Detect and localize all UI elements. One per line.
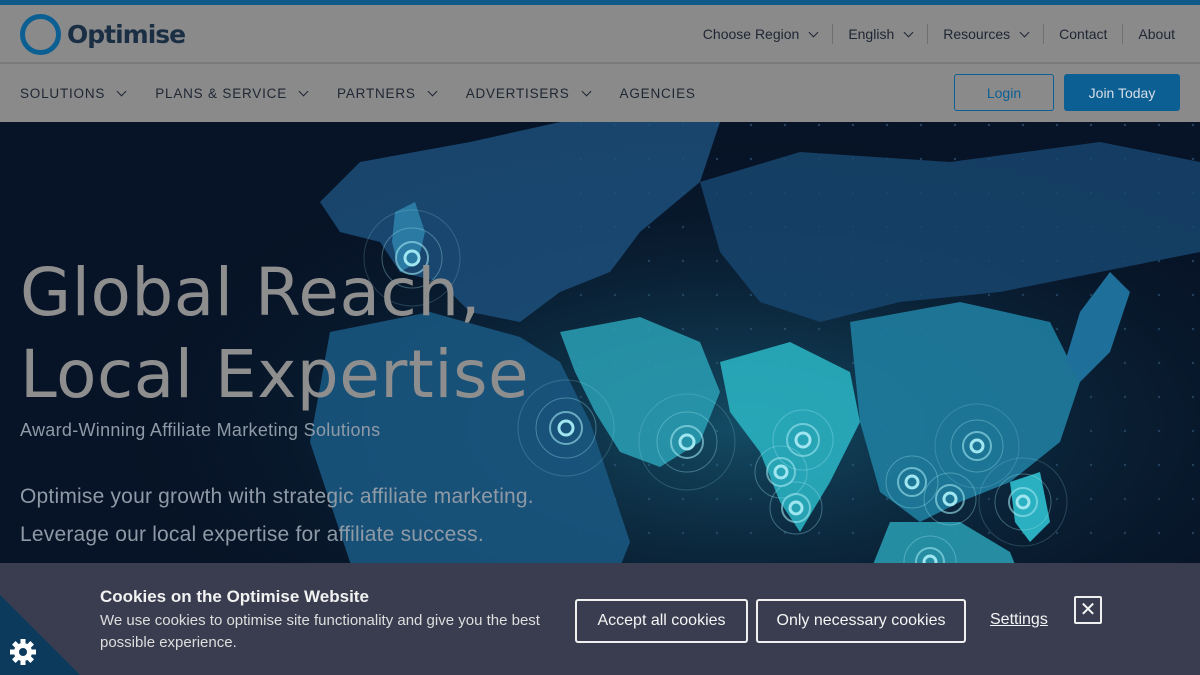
language-label: English xyxy=(848,26,895,42)
logo-text: Optimise xyxy=(67,19,186,49)
nav-partners[interactable]: PARTNERS xyxy=(337,85,438,101)
resources-label: Resources xyxy=(943,26,1011,42)
hero-subtitle: Award-Winning Affiliate Marketing Soluti… xyxy=(20,420,381,440)
cookie-gear-icon xyxy=(10,639,36,665)
chevron-down-icon xyxy=(116,86,127,96)
top-nav: Choose Region English Resources Contact … xyxy=(688,5,1200,63)
language-dropdown[interactable]: English xyxy=(833,24,927,44)
logo-ring-icon xyxy=(20,13,61,55)
main-nav-links: SOLUTIONS PLANS & SERVICE PARTNERS ADVER… xyxy=(20,64,726,122)
chevron-down-icon xyxy=(1019,27,1030,37)
cookie-settings-corner[interactable] xyxy=(0,595,80,675)
hero-title-line2: Local Expertise xyxy=(20,336,530,413)
cookie-banner-title: Cookies on the Optimise Website xyxy=(100,587,369,606)
contact-link[interactable]: Contact xyxy=(1044,24,1122,44)
cookie-settings-link[interactable]: Settings xyxy=(990,611,1048,629)
only-necessary-cookies-button[interactable]: Only necessary cookies xyxy=(756,599,966,643)
main-nav: SOLUTIONS PLANS & SERVICE PARTNERS ADVER… xyxy=(0,64,1200,122)
nav-solutions-label: SOLUTIONS xyxy=(20,85,106,101)
chevron-down-icon xyxy=(903,27,914,37)
top-bar: Optimise Choose Region English Resources… xyxy=(0,5,1200,63)
login-button[interactable]: Login xyxy=(954,74,1054,111)
join-today-button[interactable]: Join Today xyxy=(1064,74,1180,111)
accept-all-cookies-button[interactable]: Accept all cookies xyxy=(575,599,748,643)
choose-region-dropdown[interactable]: Choose Region xyxy=(688,24,833,44)
hero-description-line2: Leverage our local expertise for affilia… xyxy=(20,523,484,546)
resources-dropdown[interactable]: Resources xyxy=(928,24,1043,44)
nav-plans-service[interactable]: PLANS & SERVICE xyxy=(155,85,309,101)
choose-region-label: Choose Region xyxy=(702,26,800,42)
nav-agencies-label: AGENCIES xyxy=(619,85,696,101)
chevron-down-icon xyxy=(298,86,309,96)
chevron-down-icon xyxy=(581,86,591,96)
cookie-banner: Cookies on the Optimise Website We use c… xyxy=(0,563,1200,675)
nav-advertisers[interactable]: ADVERTISERS xyxy=(465,85,591,101)
hero-description-line1: Optimise your growth with strategic affi… xyxy=(20,485,534,508)
cookie-banner-text: We use cookies to optimise site function… xyxy=(100,612,540,651)
chevron-down-icon xyxy=(427,86,438,96)
close-icon: ✕ xyxy=(1079,599,1097,621)
nav-plans-service-label: PLANS & SERVICE xyxy=(155,85,288,101)
hero-title: Global Reach, Local Expertise xyxy=(20,252,529,416)
about-link[interactable]: About xyxy=(1123,24,1200,44)
optimise-logo[interactable]: Optimise xyxy=(20,13,186,55)
hero-description: Optimise your growth with strategic affi… xyxy=(20,478,534,554)
nav-agencies[interactable]: AGENCIES xyxy=(620,86,696,101)
chevron-down-icon xyxy=(808,27,819,37)
nav-partners-label: PARTNERS xyxy=(337,85,416,101)
cookie-close-button[interactable]: ✕ xyxy=(1074,596,1102,624)
nav-advertisers-label: ADVERTISERS xyxy=(465,85,570,101)
nav-solutions[interactable]: SOLUTIONS xyxy=(20,85,127,101)
hero-title-line1: Global Reach, xyxy=(20,254,482,331)
